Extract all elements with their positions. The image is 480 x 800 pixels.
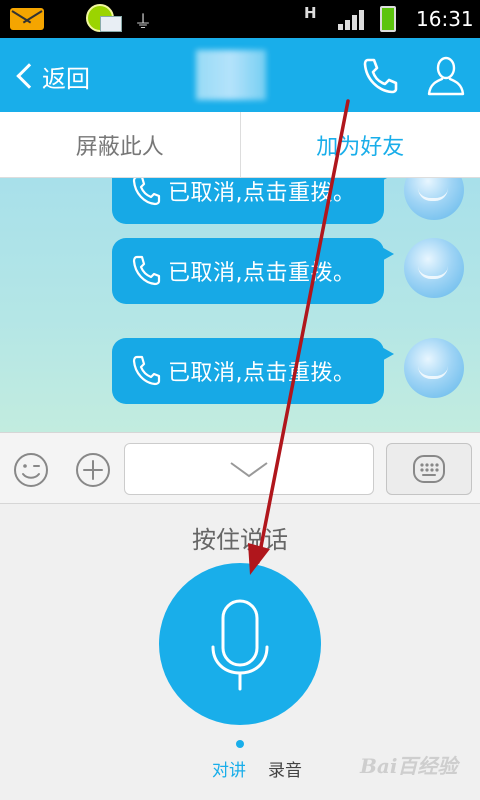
message-bubble[interactable]: 已取消,点击重拨。	[112, 238, 394, 304]
mail-notification-icon	[10, 8, 44, 30]
message-input[interactable]	[124, 443, 374, 495]
chevron-down-icon[interactable]	[229, 460, 269, 480]
status-time: 16:31	[416, 7, 474, 31]
user-icon	[427, 56, 465, 96]
profile-button[interactable]	[424, 54, 468, 98]
back-label: 返回	[42, 64, 90, 93]
chevron-left-icon	[16, 63, 42, 89]
signal-icon	[338, 10, 364, 30]
phone-icon	[363, 58, 398, 94]
emoji-button[interactable]	[12, 451, 50, 489]
watermark: Bai百经验	[360, 754, 458, 778]
active-mode-indicator	[236, 740, 244, 748]
chat-area[interactable]: 已取消,点击重拨。 已取消,点击重拨。 已取消,点击重拨。	[0, 178, 480, 432]
network-type: H	[304, 4, 317, 22]
phone-icon	[132, 178, 161, 206]
message-text: 已取消,点击重拨。	[168, 361, 356, 386]
contact-name-blurred	[196, 50, 266, 100]
message-notification-icon	[100, 16, 122, 32]
back-button[interactable]: 返回	[14, 56, 90, 96]
keyboard-icon	[413, 455, 445, 483]
block-user-button[interactable]: 屏蔽此人	[0, 112, 241, 177]
title-bar: 返回	[0, 38, 480, 112]
phone-icon	[132, 255, 161, 286]
call-button[interactable]	[358, 54, 402, 98]
avatar[interactable]	[404, 178, 464, 220]
status-bar: ⏚ H 16:31	[0, 0, 480, 38]
message-bubble[interactable]: 已取消,点击重拨。	[112, 178, 394, 224]
message-text: 已取消,点击重拨。	[168, 261, 356, 286]
message-bubble[interactable]: 已取消,点击重拨。	[112, 338, 394, 404]
input-bar	[0, 432, 480, 504]
more-button[interactable]	[74, 451, 112, 489]
phone-icon	[132, 355, 161, 386]
usb-icon: ⏚	[134, 12, 152, 33]
avatar[interactable]	[404, 238, 464, 298]
hold-to-talk-button[interactable]	[159, 563, 321, 725]
tab-record[interactable]: 录音	[268, 756, 302, 781]
smiley-icon	[14, 453, 48, 487]
tab-intercom[interactable]: 对讲	[212, 756, 246, 781]
voice-mode-tabs: 对讲 录音	[212, 756, 302, 781]
microphone-icon	[211, 599, 269, 691]
action-bar: 屏蔽此人 加为好友	[0, 112, 480, 178]
battery-icon	[380, 6, 396, 32]
voice-panel: 按住说话 对讲 录音 Bai百经验	[0, 504, 480, 800]
keyboard-toggle-button[interactable]	[386, 443, 472, 495]
message-text: 已取消,点击重拨。	[168, 181, 356, 206]
hold-to-talk-label: 按住说话	[192, 526, 288, 554]
avatar[interactable]	[404, 338, 464, 398]
add-friend-button[interactable]: 加为好友	[241, 112, 480, 177]
plus-icon	[76, 453, 110, 487]
